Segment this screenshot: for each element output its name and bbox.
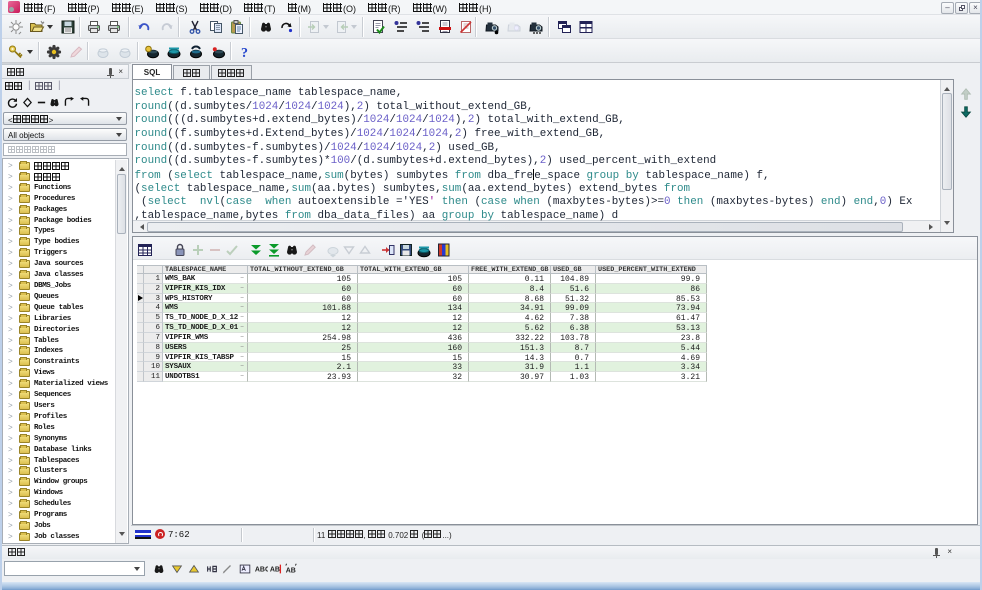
svg-text:?: ? (241, 46, 248, 60)
svg-text:AB: AB (270, 567, 280, 574)
svg-text:AB: AB (286, 568, 296, 575)
svg-text:ABC: ABC (255, 567, 268, 574)
